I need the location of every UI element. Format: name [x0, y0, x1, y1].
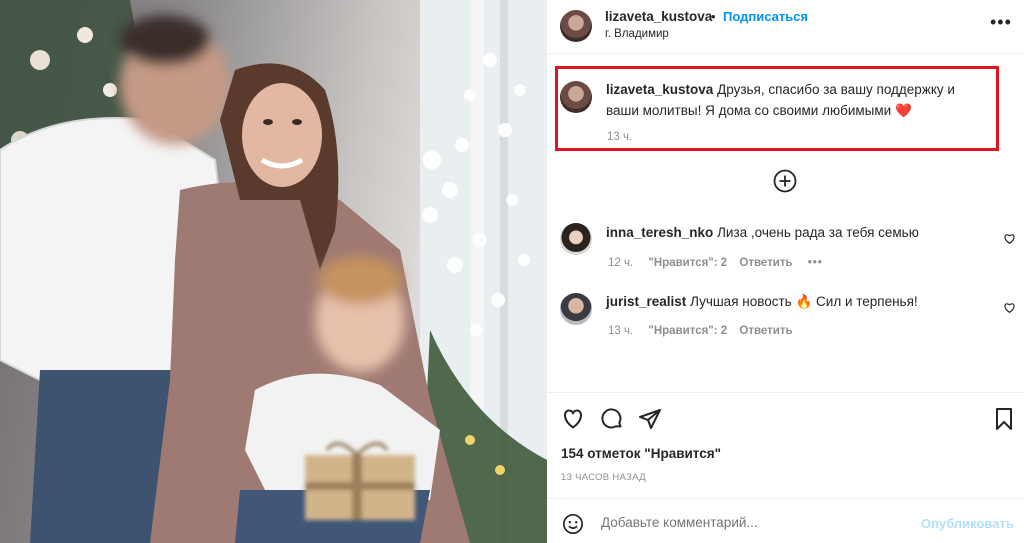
publish-button[interactable]: Опубликовать: [921, 516, 1014, 531]
comment-avatar[interactable]: [560, 223, 592, 255]
comment-author[interactable]: jurist_realist: [606, 294, 686, 309]
actions-divider: [547, 392, 1024, 393]
red-heart-icon: ❤️: [894, 103, 912, 118]
share-icon[interactable]: [638, 407, 662, 431]
comment-body: Лиза ,очень рада за тебя семью: [717, 225, 919, 240]
save-icon[interactable]: [993, 407, 1015, 431]
post-photo[interactable]: [0, 0, 547, 543]
comment-time[interactable]: 12 ч.: [608, 257, 633, 269]
header-separator: •: [711, 9, 716, 24]
comment-body: Лучшая новость 🔥 Сил и терпенья!: [690, 294, 918, 309]
comment-more-icon[interactable]: •••: [808, 257, 823, 269]
reply-button[interactable]: Ответить: [739, 257, 792, 269]
comment-likes[interactable]: "Нравится": 2: [648, 257, 727, 269]
caption-author-avatar[interactable]: [560, 81, 592, 113]
emoji-icon[interactable]: [562, 513, 584, 535]
post-location[interactable]: г. Владимир: [605, 28, 669, 40]
comment-icon[interactable]: [600, 407, 624, 431]
load-more-comments-icon[interactable]: [773, 169, 797, 193]
add-comment-input[interactable]: [599, 514, 903, 531]
comment-avatar[interactable]: [560, 293, 592, 325]
post-time-ago[interactable]: 13 ЧАСОВ НАЗАД: [561, 472, 646, 483]
comment-input-divider: [547, 498, 1024, 499]
comment-text: jurist_realist Лучшая новость 🔥 Сил и те…: [606, 291, 986, 312]
family-photo-illustration: [0, 0, 547, 543]
instagram-post-window: lizaveta_kustova • Подписаться г. Владим…: [0, 0, 1024, 543]
caption-time[interactable]: 13 ч.: [607, 131, 632, 143]
post-details-panel: lizaveta_kustova • Подписаться г. Владим…: [547, 0, 1024, 543]
caption-author[interactable]: lizaveta_kustova: [606, 82, 713, 97]
like-icon[interactable]: [561, 407, 585, 431]
comment-text: inna_teresh_nko Лиза ,очень рада за тебя…: [606, 222, 986, 243]
comment-like-icon[interactable]: [1003, 301, 1016, 314]
more-options-icon[interactable]: •••: [990, 12, 1012, 33]
reply-button[interactable]: Ответить: [739, 325, 792, 337]
author-username[interactable]: lizaveta_kustova: [605, 9, 712, 24]
comment-meta: 12 ч. "Нравится": 2 Ответить •••: [608, 257, 823, 269]
comment-meta: 13 ч. "Нравится": 2 Ответить: [608, 325, 793, 337]
comment-like-icon[interactable]: [1003, 232, 1016, 245]
header-divider: [547, 53, 1024, 54]
follow-button[interactable]: Подписаться: [723, 9, 808, 24]
likes-count[interactable]: 154 отметок "Нравится": [561, 446, 721, 461]
comment-likes[interactable]: "Нравится": 2: [648, 325, 727, 337]
comment-time[interactable]: 13 ч.: [608, 325, 633, 337]
caption-text: lizaveta_kustova Друзья, спасибо за вашу…: [606, 79, 991, 121]
comment-author[interactable]: inna_teresh_nko: [606, 225, 713, 240]
author-avatar[interactable]: [560, 10, 592, 42]
